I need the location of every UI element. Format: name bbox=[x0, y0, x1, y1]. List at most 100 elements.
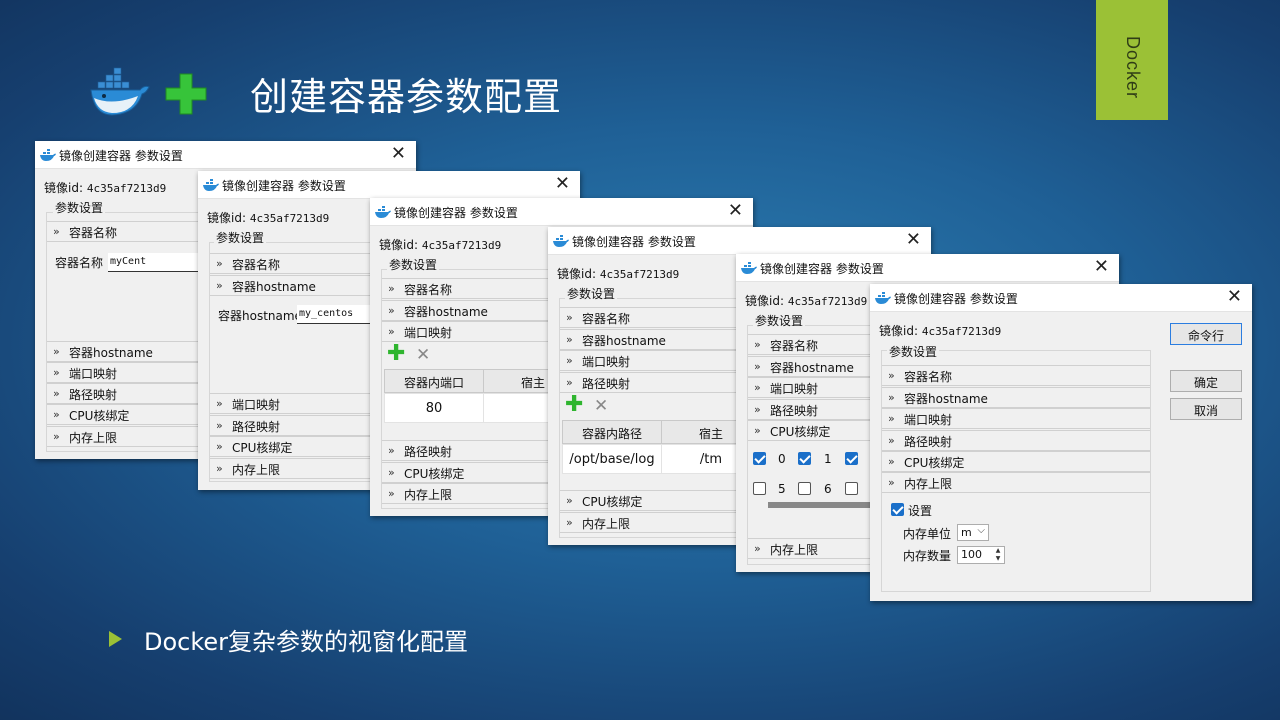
section-label: 内存上限 bbox=[404, 488, 453, 502]
remove-path-icon[interactable]: ✕ bbox=[594, 397, 608, 415]
cpu-core-checkbox[interactable] bbox=[845, 452, 858, 465]
group-label: 参数设置 bbox=[214, 229, 267, 246]
section-hostname[interactable]: » 容器hostname bbox=[47, 341, 199, 362]
docker-whale-logo bbox=[90, 67, 150, 116]
cpu-core-label: 6 bbox=[824, 482, 832, 496]
chevron-icon: » bbox=[566, 311, 573, 324]
section-label: 容器hostname bbox=[232, 280, 316, 294]
section-label: 容器hostname bbox=[582, 334, 666, 348]
section-cpu[interactable]: » CPU核绑定 bbox=[210, 436, 370, 457]
mem-unit-select[interactable]: m ⌵ bbox=[957, 524, 989, 541]
section-port[interactable]: » 端口映射 bbox=[882, 408, 1150, 429]
title-bar: 镜像创建容器 参数设置 ✕ bbox=[35, 141, 416, 169]
close-icon[interactable]: ✕ bbox=[728, 201, 743, 221]
section-path[interactable]: » 路径映射 bbox=[210, 415, 370, 436]
cpu-core-checkbox[interactable] bbox=[753, 452, 766, 465]
section-hostname[interactable]: » 容器hostname bbox=[882, 387, 1150, 408]
section-container-name[interactable]: » 容器名称 bbox=[560, 307, 750, 328]
chevron-icon: » bbox=[388, 325, 395, 338]
section-hostname[interactable]: » 容器hostname bbox=[210, 275, 370, 296]
remove-port-icon[interactable]: ✕ bbox=[416, 346, 430, 364]
section-label: 端口映射 bbox=[232, 398, 281, 412]
command-line-button[interactable]: 命令行 bbox=[1170, 323, 1242, 345]
close-icon[interactable]: ✕ bbox=[555, 174, 570, 194]
side-tab-label: Docker bbox=[1123, 36, 1143, 100]
mem-count-stepper[interactable]: 100 ▲ ▼ bbox=[957, 546, 1005, 564]
hostname-input[interactable]: my_centos bbox=[297, 305, 370, 324]
cpu-core-checkbox[interactable] bbox=[798, 452, 811, 465]
settings-checkbox[interactable] bbox=[891, 503, 904, 516]
section-path[interactable]: » 路径映射 bbox=[560, 372, 750, 393]
chevron-icon: » bbox=[388, 304, 395, 317]
close-icon[interactable]: ✕ bbox=[391, 144, 406, 164]
section-cpu[interactable]: » CPU核绑定 bbox=[47, 404, 199, 425]
close-icon[interactable]: ✕ bbox=[906, 230, 921, 250]
section-container-name[interactable]: » 容器名称 bbox=[882, 365, 1150, 386]
section-port[interactable]: » 端口映射 bbox=[47, 362, 199, 383]
stepper-down-icon[interactable]: ▼ bbox=[993, 555, 1003, 563]
docker-icon bbox=[553, 235, 569, 247]
table-cell[interactable]: /opt/base/log bbox=[562, 444, 662, 474]
group-label: 参数设置 bbox=[753, 312, 806, 329]
section-port[interactable]: » 端口映射 bbox=[560, 350, 750, 371]
cpu-core-checkbox[interactable] bbox=[845, 482, 858, 495]
section-cpu[interactable]: » CPU核绑定 bbox=[382, 462, 550, 483]
chevron-icon: » bbox=[388, 282, 395, 295]
section-label: CPU核绑定 bbox=[770, 425, 831, 439]
section-path[interactable]: » 路径映射 bbox=[382, 440, 550, 461]
section-mem[interactable]: » 内存上限 bbox=[382, 483, 550, 504]
chevron-icon: » bbox=[388, 487, 395, 500]
section-port[interactable]: » 端口映射 bbox=[382, 321, 550, 342]
cpu-core-checkbox[interactable] bbox=[753, 482, 766, 495]
section-port[interactable]: » 端口映射 bbox=[210, 393, 370, 414]
section-mem[interactable]: » 内存上限 bbox=[882, 472, 1150, 493]
chevron-icon: » bbox=[216, 419, 223, 432]
section-path[interactable]: » 路径映射 bbox=[47, 383, 199, 404]
section-label: 内存上限 bbox=[904, 477, 953, 491]
section-container-name[interactable]: » 容器名称 bbox=[47, 221, 199, 242]
section-mem[interactable]: » 内存上限 bbox=[47, 426, 199, 447]
chevron-icon: » bbox=[216, 257, 223, 270]
table-cell[interactable]: 80 bbox=[384, 393, 484, 423]
mem-unit-value: m bbox=[961, 526, 972, 539]
close-icon[interactable]: ✕ bbox=[1227, 287, 1242, 307]
stepper-up-icon[interactable]: ▲ bbox=[993, 547, 1003, 555]
section-path[interactable]: » 路径映射 bbox=[882, 430, 1150, 451]
add-port-icon[interactable]: ✚ bbox=[387, 343, 405, 365]
section-hostname[interactable]: » 容器hostname bbox=[382, 300, 550, 321]
section-mem[interactable]: » 内存上限 bbox=[560, 512, 750, 533]
section-label: 容器hostname bbox=[404, 305, 488, 319]
add-path-icon[interactable]: ✚ bbox=[565, 394, 583, 416]
section-label: 容器名称 bbox=[770, 339, 819, 353]
section-label: 端口映射 bbox=[582, 355, 631, 369]
container-name-input[interactable]: myCent bbox=[108, 253, 198, 272]
cancel-button[interactable]: 取消 bbox=[1170, 398, 1242, 420]
ok-button[interactable]: 确定 bbox=[1170, 370, 1242, 392]
close-icon[interactable]: ✕ bbox=[1094, 257, 1109, 277]
docker-icon bbox=[375, 206, 391, 218]
section-hostname[interactable]: » 容器hostname bbox=[560, 329, 750, 350]
section-mem[interactable]: » 内存上限 bbox=[210, 458, 370, 479]
docker-icon bbox=[875, 292, 891, 304]
hostname-field-label: 容器hostname bbox=[218, 309, 302, 323]
chevron-icon: » bbox=[754, 403, 761, 416]
section-container-name[interactable]: » 容器名称 bbox=[382, 278, 550, 299]
section-container-name[interactable]: » 容器名称 bbox=[210, 253, 370, 274]
green-plus-icon bbox=[165, 73, 207, 115]
chevron-icon: » bbox=[754, 338, 761, 351]
section-label: CPU核绑定 bbox=[404, 467, 465, 481]
chevron-down-icon: ⌵ bbox=[977, 525, 985, 536]
chevron-icon: » bbox=[53, 430, 60, 443]
image-id-line: 镜像id: 4c35af7213d9 bbox=[44, 179, 166, 196]
section-cpu[interactable]: » CPU核绑定 bbox=[560, 490, 750, 511]
section-label: 内存上限 bbox=[770, 543, 819, 557]
horizontal-scrollbar[interactable] bbox=[768, 502, 878, 508]
section-cpu[interactable]: » CPU核绑定 bbox=[882, 451, 1150, 472]
section-label: 容器名称 bbox=[404, 283, 453, 297]
chevron-icon: » bbox=[566, 376, 573, 389]
group-label: 参数设置 bbox=[53, 199, 106, 216]
chevron-icon: » bbox=[216, 462, 223, 475]
chevron-icon: » bbox=[53, 366, 60, 379]
cpu-core-checkbox[interactable] bbox=[798, 482, 811, 495]
settings-checkbox-label: 设置 bbox=[908, 504, 933, 518]
